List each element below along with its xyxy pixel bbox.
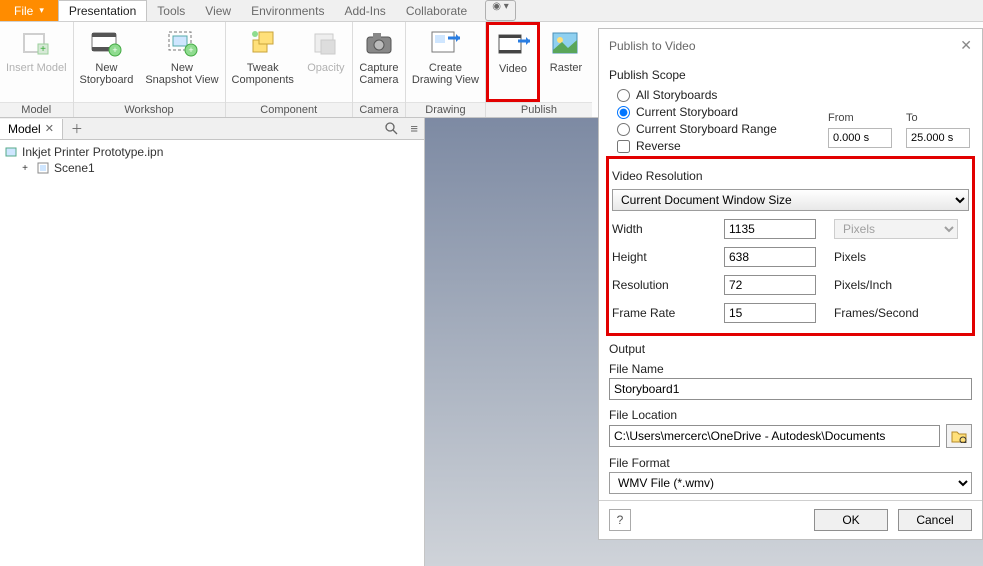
tree-root[interactable]: Inkjet Printer Prototype.ipn xyxy=(0,144,424,160)
video-resolution-section: Video Resolution Current Document Window… xyxy=(606,156,975,336)
radio-current-range-input[interactable] xyxy=(617,123,630,136)
browser-tab-model[interactable]: Model ✕ xyxy=(0,119,63,139)
svg-text:+: + xyxy=(113,45,118,55)
ribbon-group-publish: Video Raster Publish xyxy=(486,22,592,117)
output-header: Output xyxy=(609,342,972,356)
folder-icon xyxy=(951,429,967,443)
svg-text:+: + xyxy=(40,44,46,55)
ribbon-group-component: Tweak Components Opacity Component xyxy=(226,22,353,117)
help-button[interactable]: ? xyxy=(609,509,631,531)
from-input[interactable] xyxy=(828,128,892,148)
dialog-title-text: Publish to Video xyxy=(609,39,696,53)
from-label: From xyxy=(828,112,892,124)
ribbon-group-camera: Capture Camera Camera xyxy=(353,22,406,117)
radio-all-storyboards[interactable]: All Storyboards xyxy=(617,88,972,102)
new-storyboard-button[interactable]: + New Storyboard xyxy=(74,22,140,102)
width-label: Width xyxy=(612,222,724,236)
tweak-components-button[interactable]: Tweak Components xyxy=(226,22,300,102)
add-tab-button[interactable]: ＋ xyxy=(63,117,91,140)
framerate-label: Frame Rate xyxy=(612,306,724,320)
appearance-dropdown[interactable]: ◉ ▾ xyxy=(485,0,516,21)
browser-header: Model ✕ ＋ ≡ xyxy=(0,118,424,140)
tab-tools[interactable]: Tools xyxy=(147,0,195,21)
scene-icon xyxy=(36,161,50,175)
resolution-input[interactable] xyxy=(724,275,816,295)
location-label: File Location xyxy=(609,408,972,422)
tab-collaborate[interactable]: Collaborate xyxy=(396,0,477,21)
insert-model-button[interactable]: + Insert Model xyxy=(0,22,73,102)
framerate-row: Frame Rate Frames/Second xyxy=(612,303,969,323)
raster-button[interactable]: Raster xyxy=(540,22,592,102)
resolution-row: Resolution Pixels/Inch xyxy=(612,275,969,295)
publish-video-dialog: Publish to Video ✕ Publish Scope All Sto… xyxy=(598,28,983,540)
create-drawing-view-button[interactable]: Create Drawing View xyxy=(406,22,485,102)
video-button[interactable]: Video xyxy=(486,22,540,102)
radio-all-storyboards-input[interactable] xyxy=(617,89,630,102)
search-icon[interactable] xyxy=(379,119,404,138)
tab-environments[interactable]: Environments xyxy=(241,0,334,21)
raster-icon xyxy=(548,26,584,60)
tweak-icon xyxy=(245,26,281,60)
to-input[interactable] xyxy=(906,128,970,148)
close-icon[interactable]: ✕ xyxy=(45,122,54,135)
svg-text:+: + xyxy=(188,45,193,55)
tab-presentation[interactable]: Presentation xyxy=(58,0,147,21)
publish-scope-header: Publish Scope xyxy=(609,68,972,82)
cancel-button[interactable]: Cancel xyxy=(898,509,972,531)
capture-camera-button[interactable]: Capture Camera xyxy=(353,22,405,102)
filename-label: File Name xyxy=(609,362,972,376)
dialog-close-button[interactable]: ✕ xyxy=(960,37,972,54)
ribbon-group-model: + Insert Model Model xyxy=(0,22,74,117)
resolution-preset-select[interactable]: Current Document Window Size xyxy=(612,189,969,211)
framerate-input[interactable] xyxy=(724,303,816,323)
dialog-footer: ? OK Cancel xyxy=(599,500,982,539)
new-snapshot-button[interactable]: + New Snapshot View xyxy=(139,22,224,102)
reverse-checkbox[interactable] xyxy=(617,140,630,153)
snapshot-icon: + xyxy=(164,26,200,60)
camera-icon xyxy=(361,26,397,60)
format-label: File Format xyxy=(609,456,972,470)
tab-addins[interactable]: Add-Ins xyxy=(334,0,395,21)
format-select[interactable]: WMV File (*.wmv) xyxy=(609,472,972,494)
file-menu[interactable]: File▾ xyxy=(0,0,58,21)
tree-scene[interactable]: + Scene1 xyxy=(0,160,424,176)
height-label: Height xyxy=(612,250,724,264)
dialog-titlebar: Publish to Video ✕ xyxy=(599,29,982,62)
width-row: Width Pixels xyxy=(612,219,969,239)
browse-button[interactable] xyxy=(946,424,972,448)
location-input[interactable] xyxy=(609,425,940,447)
ribbon-group-drawing: Create Drawing View Drawing xyxy=(406,22,486,117)
width-input[interactable] xyxy=(724,219,816,239)
drawing-icon xyxy=(427,26,463,60)
width-unit-select[interactable]: Pixels xyxy=(834,219,958,239)
video-icon xyxy=(495,27,531,61)
insert-model-icon: + xyxy=(18,26,54,60)
height-unit: Pixels xyxy=(834,250,866,264)
opacity-button[interactable]: Opacity xyxy=(300,22,352,102)
framerate-unit: Frames/Second xyxy=(834,306,919,320)
radio-current-storyboard-input[interactable] xyxy=(617,106,630,119)
menu-bar: File▾ Presentation Tools View Environmen… xyxy=(0,0,983,22)
opacity-icon xyxy=(308,26,344,60)
expand-icon[interactable]: + xyxy=(18,161,32,175)
height-input[interactable] xyxy=(724,247,816,267)
from-to-inputs: From To xyxy=(828,112,970,148)
ribbon-group-workshop: + New Storyboard + New Snapshot View Wor… xyxy=(74,22,226,117)
to-label: To xyxy=(906,112,970,124)
model-browser: Model ✕ ＋ ≡ Inkjet Printer Prototype.ipn… xyxy=(0,118,425,566)
height-row: Height Pixels xyxy=(612,247,969,267)
ok-button[interactable]: OK xyxy=(814,509,888,531)
browser-tree: Inkjet Printer Prototype.ipn + Scene1 xyxy=(0,140,424,180)
hamburger-icon[interactable]: ≡ xyxy=(404,118,424,139)
presentation-icon xyxy=(4,145,18,159)
storyboard-icon: + xyxy=(88,26,124,60)
resolution-label: Resolution xyxy=(612,278,724,292)
filename-input[interactable] xyxy=(609,378,972,400)
resolution-unit: Pixels/Inch xyxy=(834,278,892,292)
tab-view[interactable]: View xyxy=(195,0,241,21)
video-resolution-header: Video Resolution xyxy=(612,169,969,183)
